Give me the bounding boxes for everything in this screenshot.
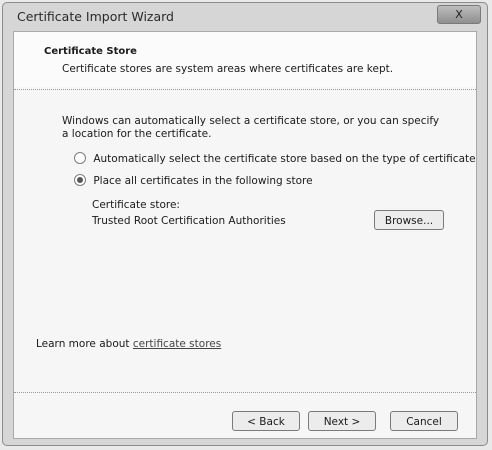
- close-button[interactable]: X: [437, 5, 481, 24]
- radio-place-in-store[interactable]: Place all certificates in the following …: [74, 174, 313, 187]
- page-description: Certificate stores are system areas wher…: [62, 63, 394, 75]
- radio-place-in-store-icon[interactable]: [74, 174, 86, 186]
- next-button[interactable]: Next >: [308, 411, 376, 431]
- window-title: Certificate Import Wizard: [17, 9, 174, 24]
- back-button[interactable]: < Back: [232, 411, 300, 431]
- intro-text: Windows can automatically select a certi…: [62, 115, 440, 140]
- radio-auto-select-label[interactable]: Automatically select the certificate sto…: [93, 153, 475, 165]
- title-bar[interactable]: Certificate Import Wizard X: [3, 3, 487, 29]
- radio-auto-select-icon[interactable]: [74, 152, 86, 164]
- radio-auto-select[interactable]: Automatically select the certificate sto…: [74, 152, 476, 165]
- certificate-import-wizard-window: Certificate Import Wizard X Certificate …: [2, 2, 488, 446]
- page-title: Certificate Store: [44, 46, 137, 57]
- certificate-stores-link[interactable]: certificate stores: [133, 338, 221, 350]
- wizard-header: Certificate Store Certificate stores are…: [14, 32, 476, 87]
- wizard-content: Certificate Store Certificate stores are…: [13, 31, 477, 439]
- close-icon: X: [455, 8, 463, 21]
- header-divider: [14, 89, 476, 90]
- cancel-button[interactable]: Cancel: [390, 411, 458, 431]
- learn-more-prefix: Learn more about: [36, 338, 130, 350]
- footer-divider: [14, 392, 476, 393]
- radio-place-in-store-label[interactable]: Place all certificates in the following …: [93, 175, 312, 187]
- browse-button[interactable]: Browse...: [374, 210, 444, 230]
- learn-more-text: Learn more about certificate stores: [36, 338, 221, 350]
- certificate-store-label: Certificate store:: [92, 199, 180, 211]
- certificate-store-field[interactable]: Trusted Root Certification Authorities: [92, 215, 286, 227]
